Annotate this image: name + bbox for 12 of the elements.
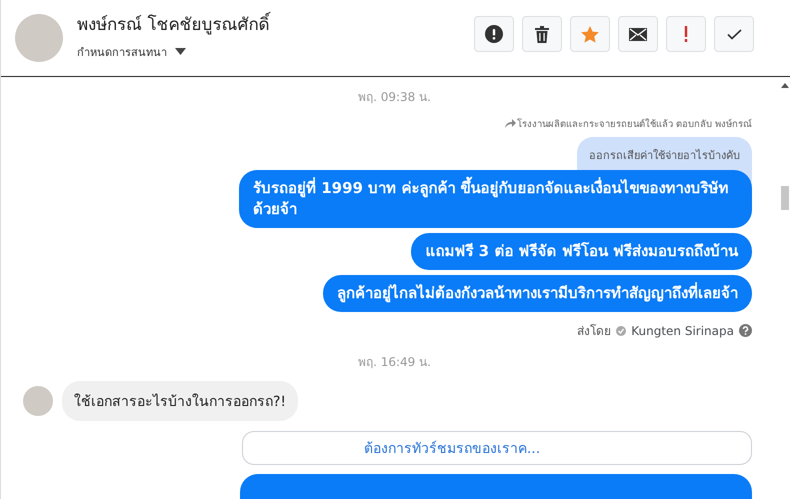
message-timestamp: พฤ. 09:38 น. [357, 89, 432, 106]
message-timestamp: พฤ. 16:49 น. [357, 354, 432, 371]
conversation-settings-dropdown[interactable]: กำหนดการสนทนา [77, 42, 460, 60]
incoming-message: ใช้เอกสารอะไรบ้างในการออกรถ?! [62, 381, 298, 421]
outgoing-message: รับรถอยู่ที่ 1999 บาท ค่ะลูกค้า ขึ้นอยู่กับยอกจัดและเงื่อนไขของทางบริษัทด้วยจ้า [239, 170, 752, 228]
outgoing-message: แถมฟรี 3 ต่อ ฟรีจัด ฟรีโอน ฟรีส่งมอบรถถึงบ้าน [411, 233, 752, 270]
contact-name: พงษ์กรณ์ โชคชัยบูรณศักดิ์ [77, 10, 460, 36]
quick-reply-link[interactable]: ต้องการทัวร์ชมรถของเราค... [242, 431, 752, 465]
sender-name: Kungten Sirinapa [631, 324, 734, 338]
sent-by-label: ส่งโดย [577, 323, 612, 340]
reply-note: โรงงานผลิตและกระจายรถยนต์ใช้แล้ว ตอบกลับ พงษ์กรณ์ [516, 117, 752, 131]
outgoing-message: ลูกค้าอยู่ไกลไม่ต้องกังวลน้าทางเรามีบริการทำสัญญาถึงที่เลยจ้า [323, 275, 752, 312]
